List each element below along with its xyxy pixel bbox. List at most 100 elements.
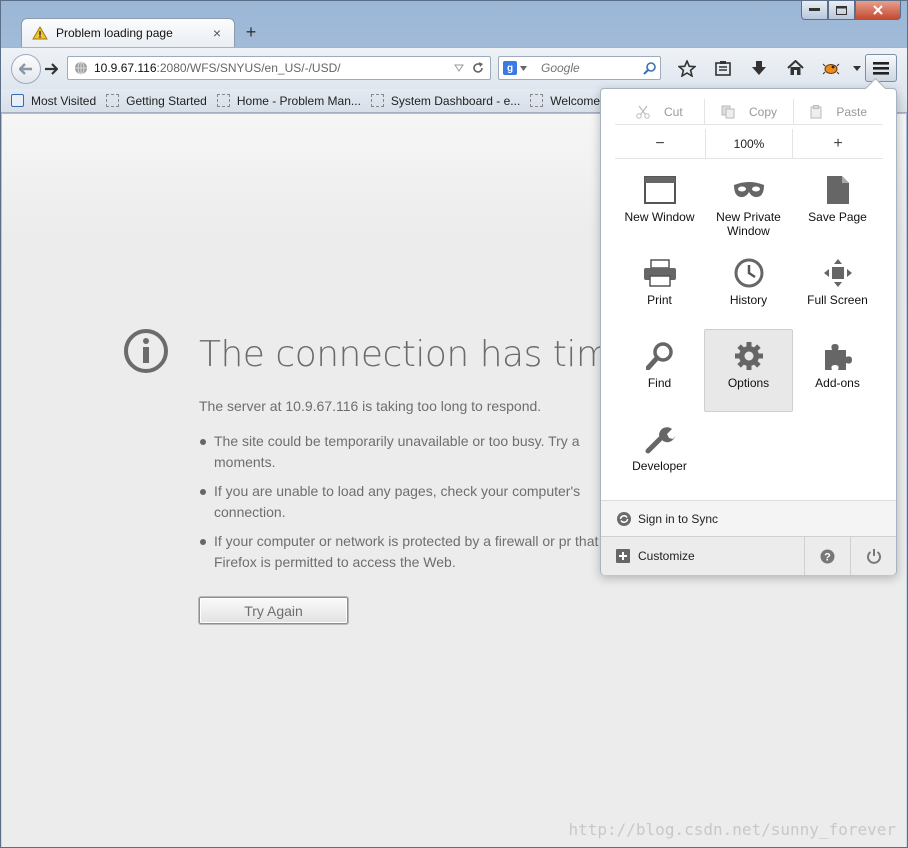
back-button[interactable]	[11, 54, 41, 84]
find-button[interactable]: Find	[615, 329, 704, 412]
panel-footer: Customize ?	[601, 536, 896, 575]
help-icon: ?	[820, 549, 835, 563]
bookmark-home-problem[interactable]: Home - Problem Man...	[216, 94, 361, 108]
bookmarks-menu-button[interactable]	[705, 56, 741, 80]
add-ons-button[interactable]: Add-ons	[793, 329, 882, 412]
sign-in-to-sync-button[interactable]: Sign in to Sync	[601, 500, 896, 536]
list-item: If you are unable to load any pages, che…	[199, 481, 629, 523]
page-placeholder-icon	[216, 94, 230, 107]
download-arrow-icon	[752, 61, 766, 75]
downloads-button[interactable]	[741, 56, 777, 80]
google-engine-icon[interactable]: g	[503, 61, 517, 75]
globe-icon	[75, 61, 87, 75]
tab-title: Problem loading page	[56, 26, 173, 40]
tab-problem-loading[interactable]: Problem loading page ×	[21, 18, 235, 47]
history-button[interactable]: History	[704, 246, 793, 329]
print-button[interactable]: Print	[615, 246, 704, 329]
menu-item-label: History	[729, 293, 768, 307]
home-button[interactable]	[777, 56, 813, 80]
clipboard-icon	[810, 104, 822, 118]
reload-icon[interactable]	[472, 62, 484, 74]
menu-grid: New Window New Private Window Save Page …	[615, 163, 885, 495]
page-placeholder-icon	[370, 94, 384, 107]
paste-button[interactable]: Paste	[793, 99, 883, 124]
help-button[interactable]: ?	[804, 537, 850, 575]
search-icon[interactable]	[643, 61, 656, 75]
bookmark-getting-started[interactable]: Getting Started	[106, 94, 207, 108]
url-bar[interactable]: 10.9.67.116:2080/WFS/SNYUS/en_US/-/USD/	[67, 56, 491, 80]
bookmarks-list-icon	[715, 61, 731, 76]
url-path: :2080/WFS/SNYUS/en_US/-/USD/	[156, 61, 341, 75]
customize-label: Customize	[638, 549, 695, 563]
zoom-in-button[interactable]: +	[793, 129, 883, 158]
url-host: 10.9.67.116	[94, 61, 157, 75]
hamburger-menu-icon	[873, 61, 889, 75]
menu-item-label: New Private Window	[716, 210, 781, 238]
search-bar[interactable]: g	[498, 56, 661, 80]
developer-button[interactable]: Developer	[615, 412, 704, 495]
new-private-window-button[interactable]: New Private Window	[704, 163, 793, 246]
fullscreen-icon	[821, 258, 855, 288]
bookmark-star-button[interactable]	[669, 56, 705, 80]
zoom-reset-button[interactable]: 100%	[705, 129, 793, 158]
window-controls	[801, 1, 901, 20]
copy-icon	[721, 105, 735, 118]
search-input[interactable]	[541, 61, 643, 75]
firebug-button[interactable]	[813, 56, 849, 80]
mask-icon	[732, 175, 766, 205]
info-icon	[124, 329, 168, 373]
bookmark-label: Getting Started	[126, 93, 207, 108]
cut-label: Cut	[663, 104, 683, 119]
url-text[interactable]: 10.9.67.116:2080/WFS/SNYUS/en_US/-/USD/	[94, 61, 454, 75]
navigation-toolbar: 10.9.67.116:2080/WFS/SNYUS/en_US/-/USD/ …	[1, 47, 907, 89]
copy-button[interactable]: Copy	[703, 99, 794, 124]
app-menu-panel: Cut Copy Paste − 100% + New Window New P…	[600, 88, 897, 575]
customize-button[interactable]: Customize	[601, 537, 804, 575]
puzzle-icon	[821, 341, 855, 371]
full-screen-button[interactable]: Full Screen	[793, 246, 882, 329]
try-again-button[interactable]: Try Again	[199, 597, 348, 624]
maximize-button[interactable]	[828, 1, 855, 20]
plus-box-icon	[616, 549, 630, 563]
minimize-button[interactable]	[801, 1, 828, 20]
options-button[interactable]: Options	[704, 329, 793, 412]
most-visited-icon	[11, 94, 24, 107]
menu-item-label: Options	[727, 376, 770, 390]
open-menu-button[interactable]	[865, 54, 897, 82]
list-item: The site could be temporarily unavailabl…	[199, 431, 629, 473]
new-tab-button[interactable]: +	[241, 22, 261, 42]
printer-icon	[643, 258, 677, 288]
new-window-button[interactable]: New Window	[615, 163, 704, 246]
quit-button[interactable]	[850, 537, 896, 575]
forward-button[interactable]	[39, 58, 63, 80]
arrow-left-icon	[19, 63, 32, 75]
menu-item-label: New Window	[624, 210, 695, 224]
scissors-icon	[636, 105, 650, 119]
wrench-icon	[643, 424, 677, 454]
edit-controls: Cut Copy Paste	[615, 99, 883, 125]
bookmark-welcome[interactable]: Welcome t	[530, 94, 607, 108]
page-icon	[821, 175, 855, 205]
paste-label: Paste	[836, 104, 868, 119]
error-intro: The server at 10.9.67.116 is taking too …	[199, 398, 542, 414]
home-icon	[786, 60, 804, 75]
copy-label: Copy	[749, 104, 778, 119]
zoom-out-button[interactable]: −	[615, 129, 705, 158]
tab-close-button[interactable]: ×	[210, 25, 224, 41]
bookmark-system-dashboard[interactable]: System Dashboard - e...	[370, 94, 520, 108]
bookmark-label: Most Visited	[31, 93, 97, 108]
page-placeholder-icon	[530, 94, 544, 107]
error-title: The connection has timed	[199, 334, 655, 375]
addon-dropdown-button[interactable]	[849, 56, 865, 80]
dropdown-arrow-icon[interactable]	[454, 64, 464, 72]
cut-button[interactable]: Cut	[615, 99, 704, 124]
close-icon	[873, 5, 883, 15]
bookmark-most-visited[interactable]: Most Visited	[11, 94, 96, 108]
warning-icon	[32, 26, 48, 40]
save-page-button[interactable]: Save Page	[793, 163, 882, 246]
close-window-button[interactable]	[855, 1, 901, 20]
gear-icon	[732, 341, 766, 371]
chevron-down-icon	[853, 65, 861, 71]
watermark: http://blog.csdn.net/sunny_forever	[568, 820, 896, 839]
error-body: The server at 10.9.67.116 is taking too …	[199, 396, 629, 581]
